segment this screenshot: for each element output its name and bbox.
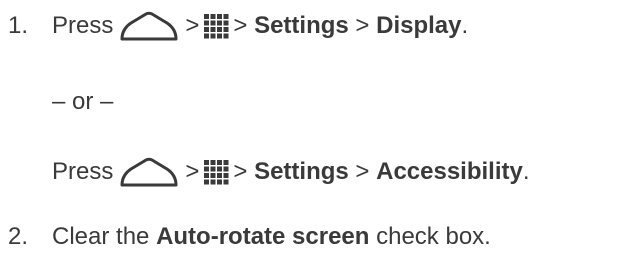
home-icon [119, 157, 179, 187]
auto-rotate-label: Auto-rotate screen [156, 223, 370, 250]
period: . [522, 158, 530, 185]
separator: > [233, 12, 248, 39]
separator: > [185, 12, 200, 39]
step-2-text-before: Clear the [52, 223, 150, 250]
separator: > [355, 12, 370, 39]
press-text: Press [52, 12, 114, 39]
press-text: Press [52, 158, 114, 185]
apps-grid-icon [203, 159, 229, 185]
settings-label: Settings [254, 12, 349, 39]
separator: > [355, 158, 370, 185]
separator: > [233, 158, 248, 185]
accessibility-label: Accessibility [376, 158, 523, 185]
step-2: 2. Clear the Auto-rotate screen check bo… [0, 221, 491, 253]
settings-label: Settings [254, 158, 349, 185]
step-1-alternative: Press > > Settings > Accessibility. [52, 156, 530, 188]
or-text: – or – [52, 88, 114, 115]
separator: > [185, 158, 200, 185]
apps-grid-icon [203, 13, 229, 39]
or-divider: – or – [52, 86, 113, 118]
step-2-text-after: check box. [376, 223, 491, 250]
step-number: 1. [8, 12, 29, 39]
display-label: Display [376, 12, 462, 39]
step-1: 1. Press > > Settings > Display. [0, 10, 468, 42]
home-icon [119, 11, 179, 41]
step-number: 2. [8, 223, 29, 250]
period: . [461, 12, 469, 39]
